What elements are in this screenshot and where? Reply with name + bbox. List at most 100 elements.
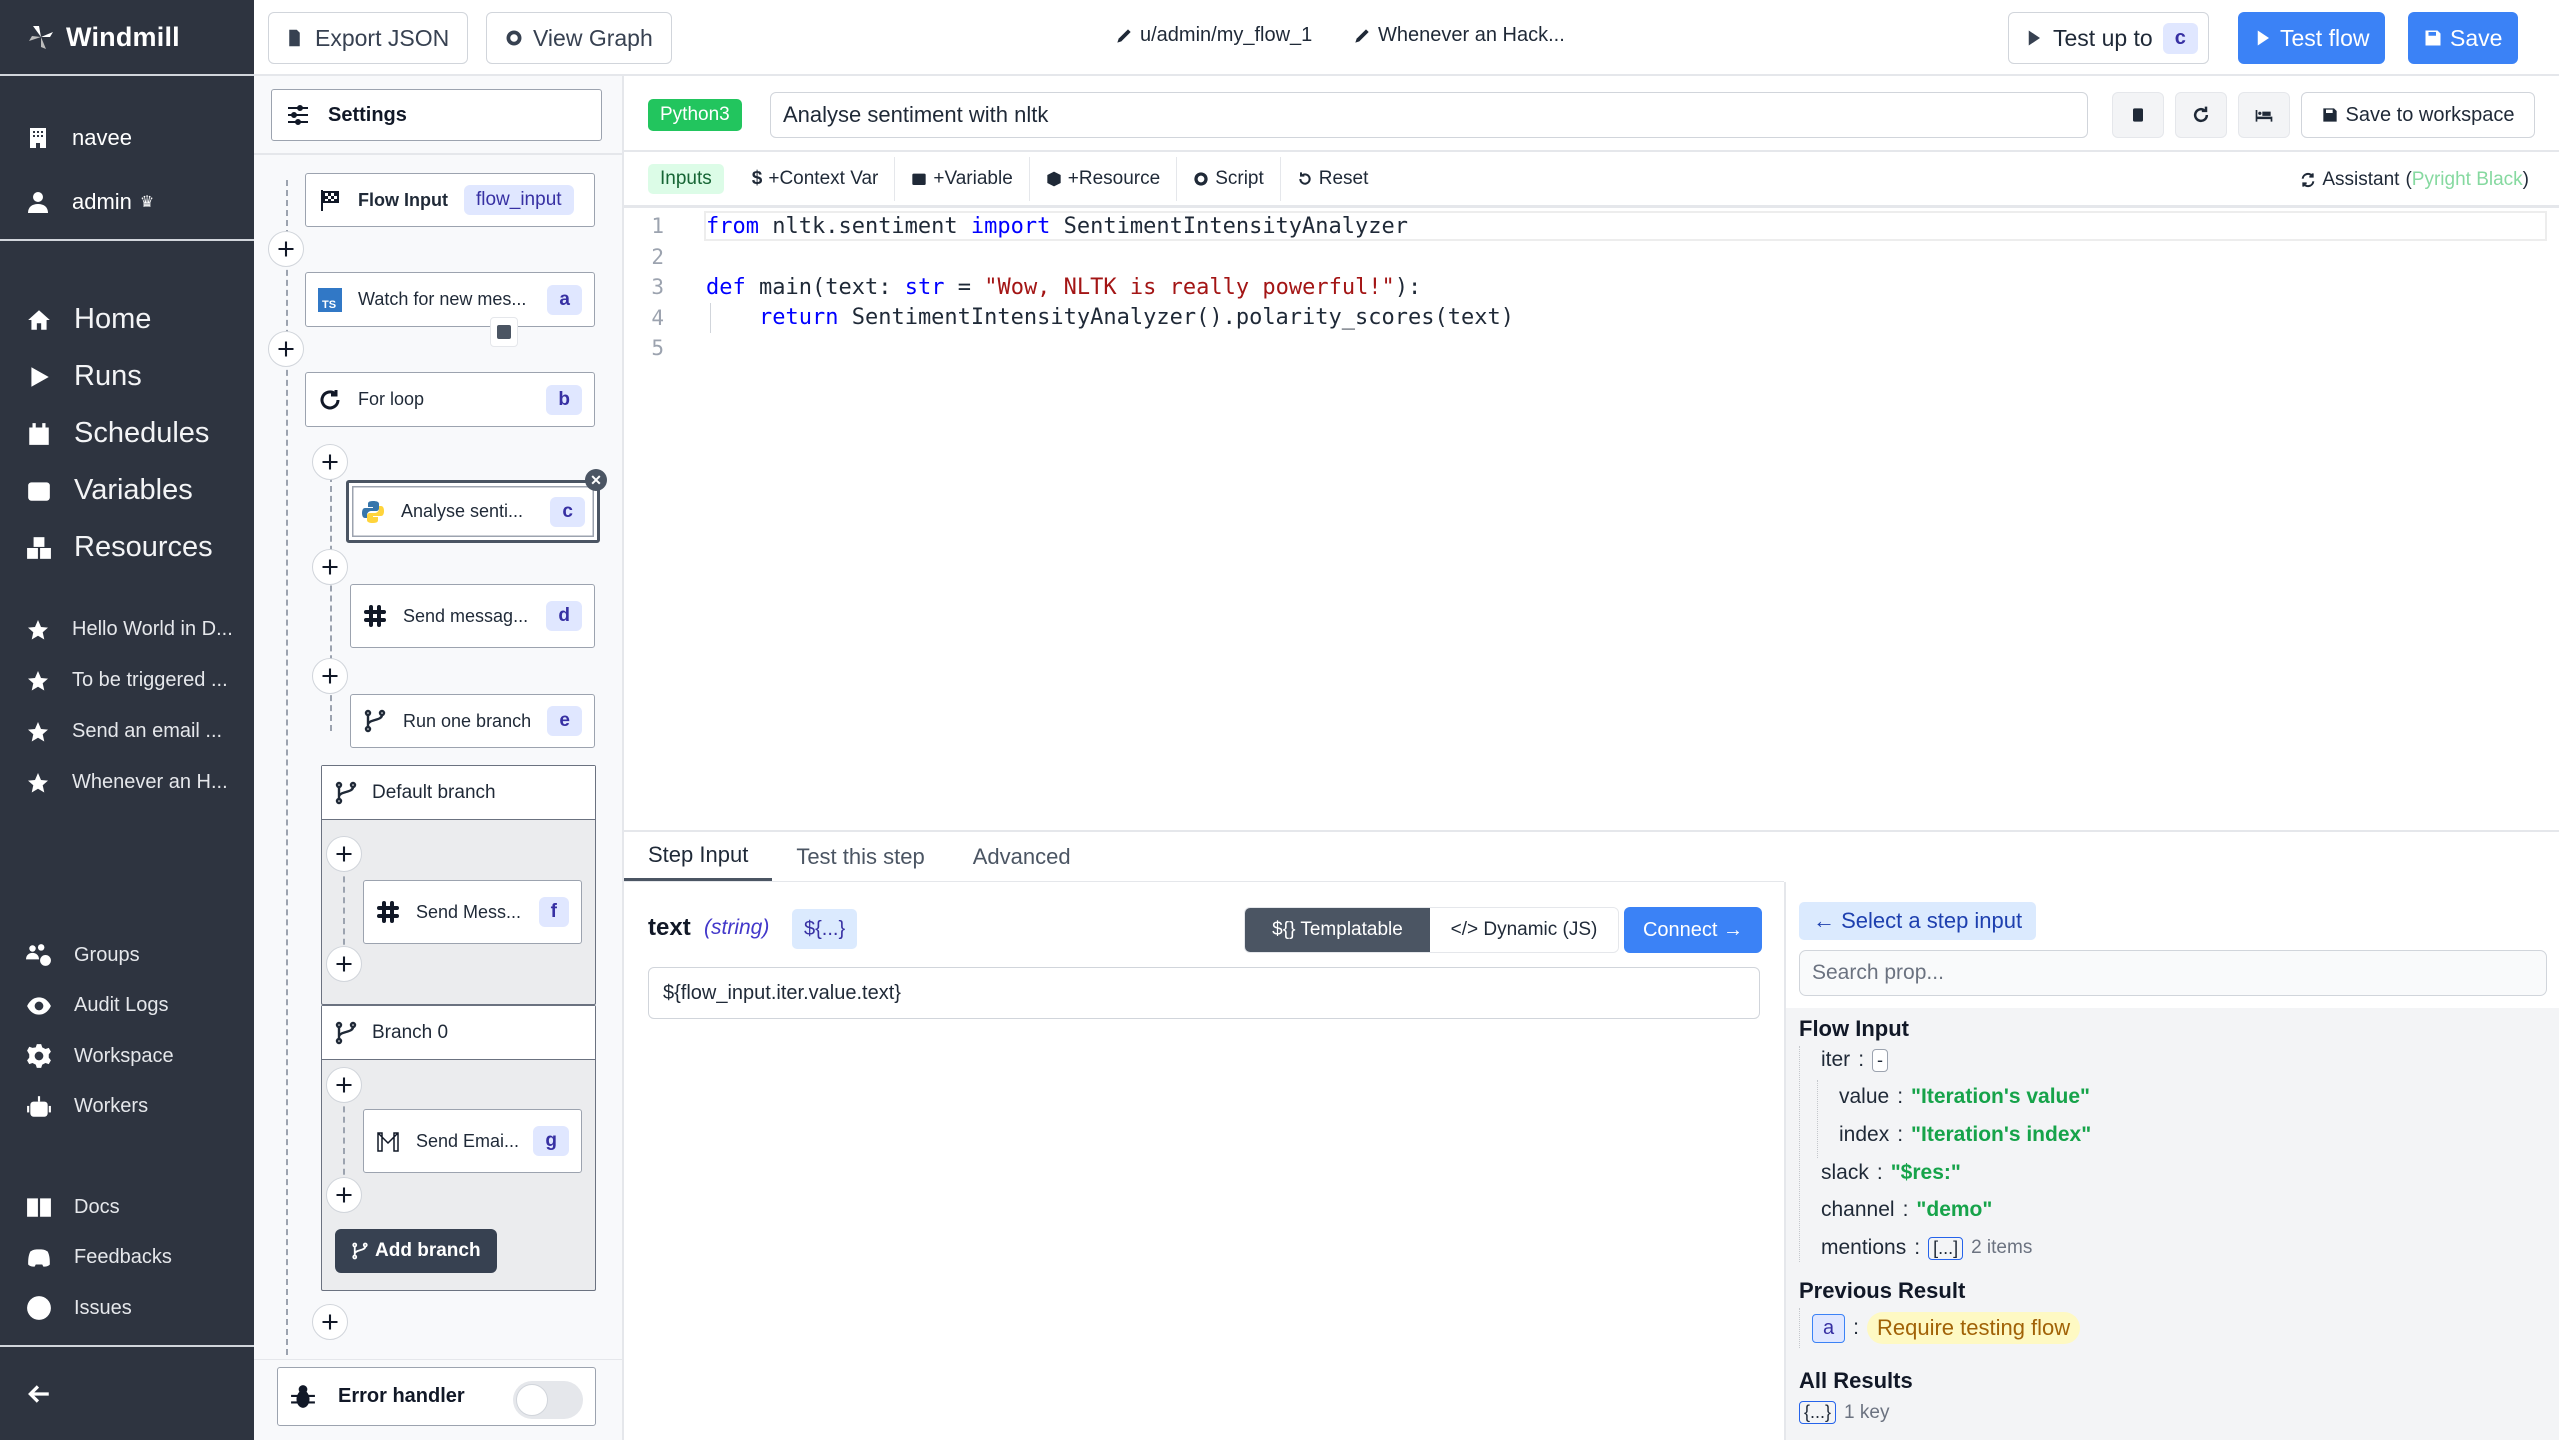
nav-audit-logs[interactable]: Audit Logs [0,981,254,1032]
search-prop-input[interactable] [1799,950,2547,996]
insert-step-button[interactable] [312,444,348,480]
workspace-selector[interactable]: navee [0,106,254,170]
stop-button[interactable] [2112,92,2164,138]
nav-issues[interactable]: Issues [0,1283,254,1334]
select-step-input-button[interactable]: ← Select a step input [1799,902,2037,940]
tab-advanced[interactable]: Advanced [949,832,1095,881]
code-line[interactable]: 3 def main(text: str = "Wow, NLTK is real… [624,272,2559,302]
nav-resources[interactable]: Resources [0,519,254,576]
sidebar: Windmill navee admin ♛ Home Runs Schedul… [0,0,254,1440]
tab-step-input[interactable]: Step Input [624,832,773,881]
nav-feedbacks[interactable]: Feedbacks [0,1233,254,1284]
typescript-icon: TS [318,287,342,312]
collapse-toggle[interactable]: - [1872,1048,1889,1072]
flow-path-button[interactable]: u/admin/my_flow_1 [1116,24,1312,47]
tab-test-this-step[interactable]: Test this step [772,832,948,881]
test-flow-button[interactable]: Test flow [2238,12,2386,64]
flow-step-e[interactable]: Run one branch e [350,694,595,748]
insert-step-button[interactable] [312,549,348,585]
save-to-workspace-button[interactable]: Save to workspace [2301,92,2535,138]
prop-slack[interactable]: slack: "$res:" [1821,1161,1961,1185]
insert-step-button[interactable] [312,1304,348,1340]
save-button[interactable]: Save [2408,12,2519,64]
mode-dynamic-js[interactable]: </> Dynamic (JS) [1430,908,1618,952]
home-icon [28,309,50,330]
assistant-button[interactable]: Assistant (Pyright Black) [2300,152,2529,208]
nav-workspace[interactable]: Workspace [0,1031,254,1082]
flow-summary-button[interactable]: Whenever an Hack... [1354,24,1565,47]
insert-step-button[interactable] [326,946,362,982]
collapse-sidebar-button[interactable] [0,1345,254,1440]
code-line[interactable]: 4 return SentimentIntensityAnalyzer().po… [624,302,2559,333]
arg-value-input[interactable] [648,967,1760,1019]
code-line[interactable]: 5 [624,333,2559,363]
flow-step-c[interactable]: Analyse senti... c [346,480,600,543]
error-handler-toggle[interactable] [513,1381,583,1419]
favorite-item[interactable]: Hello World in D... [0,604,254,655]
branch-0-header[interactable]: Branch 0 [322,1006,595,1060]
flow-step-d[interactable]: Send messag... d [350,584,595,648]
retry-button[interactable] [2175,92,2227,138]
prop-iter-index[interactable]: index: "Iteration's index" [1839,1123,2091,1147]
flow-step-b[interactable]: For loop b [305,372,595,427]
nav-home[interactable]: Home [0,291,254,348]
flow-step-g[interactable]: Send Emai... g [363,1109,582,1173]
branch-default-header[interactable]: Default branch [322,766,595,820]
delete-step-button[interactable]: ✕ [585,469,607,491]
expand-object-button[interactable]: {...} [1799,1401,1837,1424]
code-editor[interactable]: 1 from nltk.sentiment import SentimentInt… [624,211,2559,830]
inputs-button[interactable]: Inputs [648,163,724,194]
add-branch-button[interactable]: Add branch [335,1229,497,1273]
add-context-var-button[interactable]: $ +Context Var [736,156,896,201]
expand-array-button[interactable]: [...] [1928,1236,1964,1260]
prop-value[interactable]: "$res:" [1891,1161,1961,1185]
add-variable-button[interactable]: +Variable [895,156,1030,201]
logo[interactable]: Windmill [0,0,254,76]
favorite-item[interactable]: To be triggered ... [0,655,254,706]
reset-button[interactable]: Reset [1281,157,1385,201]
error-handler-node[interactable]: Error handler [277,1367,596,1426]
flow-step-f[interactable]: Send Mess... f [363,880,582,944]
view-graph-button[interactable]: View Graph [486,12,672,64]
insert-step-button[interactable] [312,658,348,694]
suspend-button[interactable] [2238,92,2290,138]
insert-step-button[interactable] [268,331,304,367]
nav-schedules[interactable]: Schedules [0,405,254,462]
stop-after-if-indicator[interactable] [490,317,518,347]
insert-step-button[interactable] [326,1067,362,1103]
favorite-item[interactable]: Whenever an H... [0,757,254,808]
code-line[interactable]: 1 from nltk.sentiment import SentimentInt… [624,211,2559,241]
prop-value[interactable]: "demo" [1916,1198,1992,1222]
favorite-item[interactable]: Send an email ... [0,706,254,757]
prop-value[interactable]: "Iteration's index" [1911,1123,2091,1147]
nav-groups[interactable]: Groups [0,930,254,981]
test-up-to-button[interactable]: Test up to c [2008,12,2209,64]
view-script-button[interactable]: Script [1177,156,1281,201]
favorite-label: Send an email ... [72,720,223,742]
code-token: SentimentIntensityAnalyzer().polarity_sc… [838,305,1514,330]
prop-channel[interactable]: channel: "demo" [1821,1198,1992,1222]
code-line[interactable]: 2 [624,242,2559,272]
export-json-button[interactable]: Export JSON [268,12,469,64]
save-icon [2322,108,2337,122]
mode-templatable[interactable]: ${} Templatable [1245,908,1430,952]
connect-button[interactable]: Connect → [1624,907,1762,953]
add-resource-button[interactable]: +Resource [1030,156,1178,201]
nav-variables[interactable]: Variables [0,462,254,519]
user-menu[interactable]: admin ♛ [0,170,254,234]
insert-step-button[interactable] [268,231,304,267]
nav-docs[interactable]: Docs [0,1182,254,1233]
insert-step-button[interactable] [326,836,362,872]
insert-step-button[interactable] [326,1177,362,1213]
prop-iter-value[interactable]: value: "Iteration's value" [1839,1085,2090,1109]
flow-step-a[interactable]: TS Watch for new mes... a [305,272,595,327]
nav-runs[interactable]: Runs [0,348,254,405]
nav-workers[interactable]: Workers [0,1082,254,1133]
flow-input-node[interactable]: Flow Input flow_input [305,173,595,227]
prop-value[interactable]: "Iteration's value" [1911,1085,2090,1109]
flow-settings-button[interactable]: Settings [271,89,602,141]
key-count: 1 key [1844,1401,1890,1423]
eye-icon [506,30,522,46]
step-id-badge[interactable]: a [1812,1313,1846,1343]
step-summary-input[interactable] [770,92,2088,138]
